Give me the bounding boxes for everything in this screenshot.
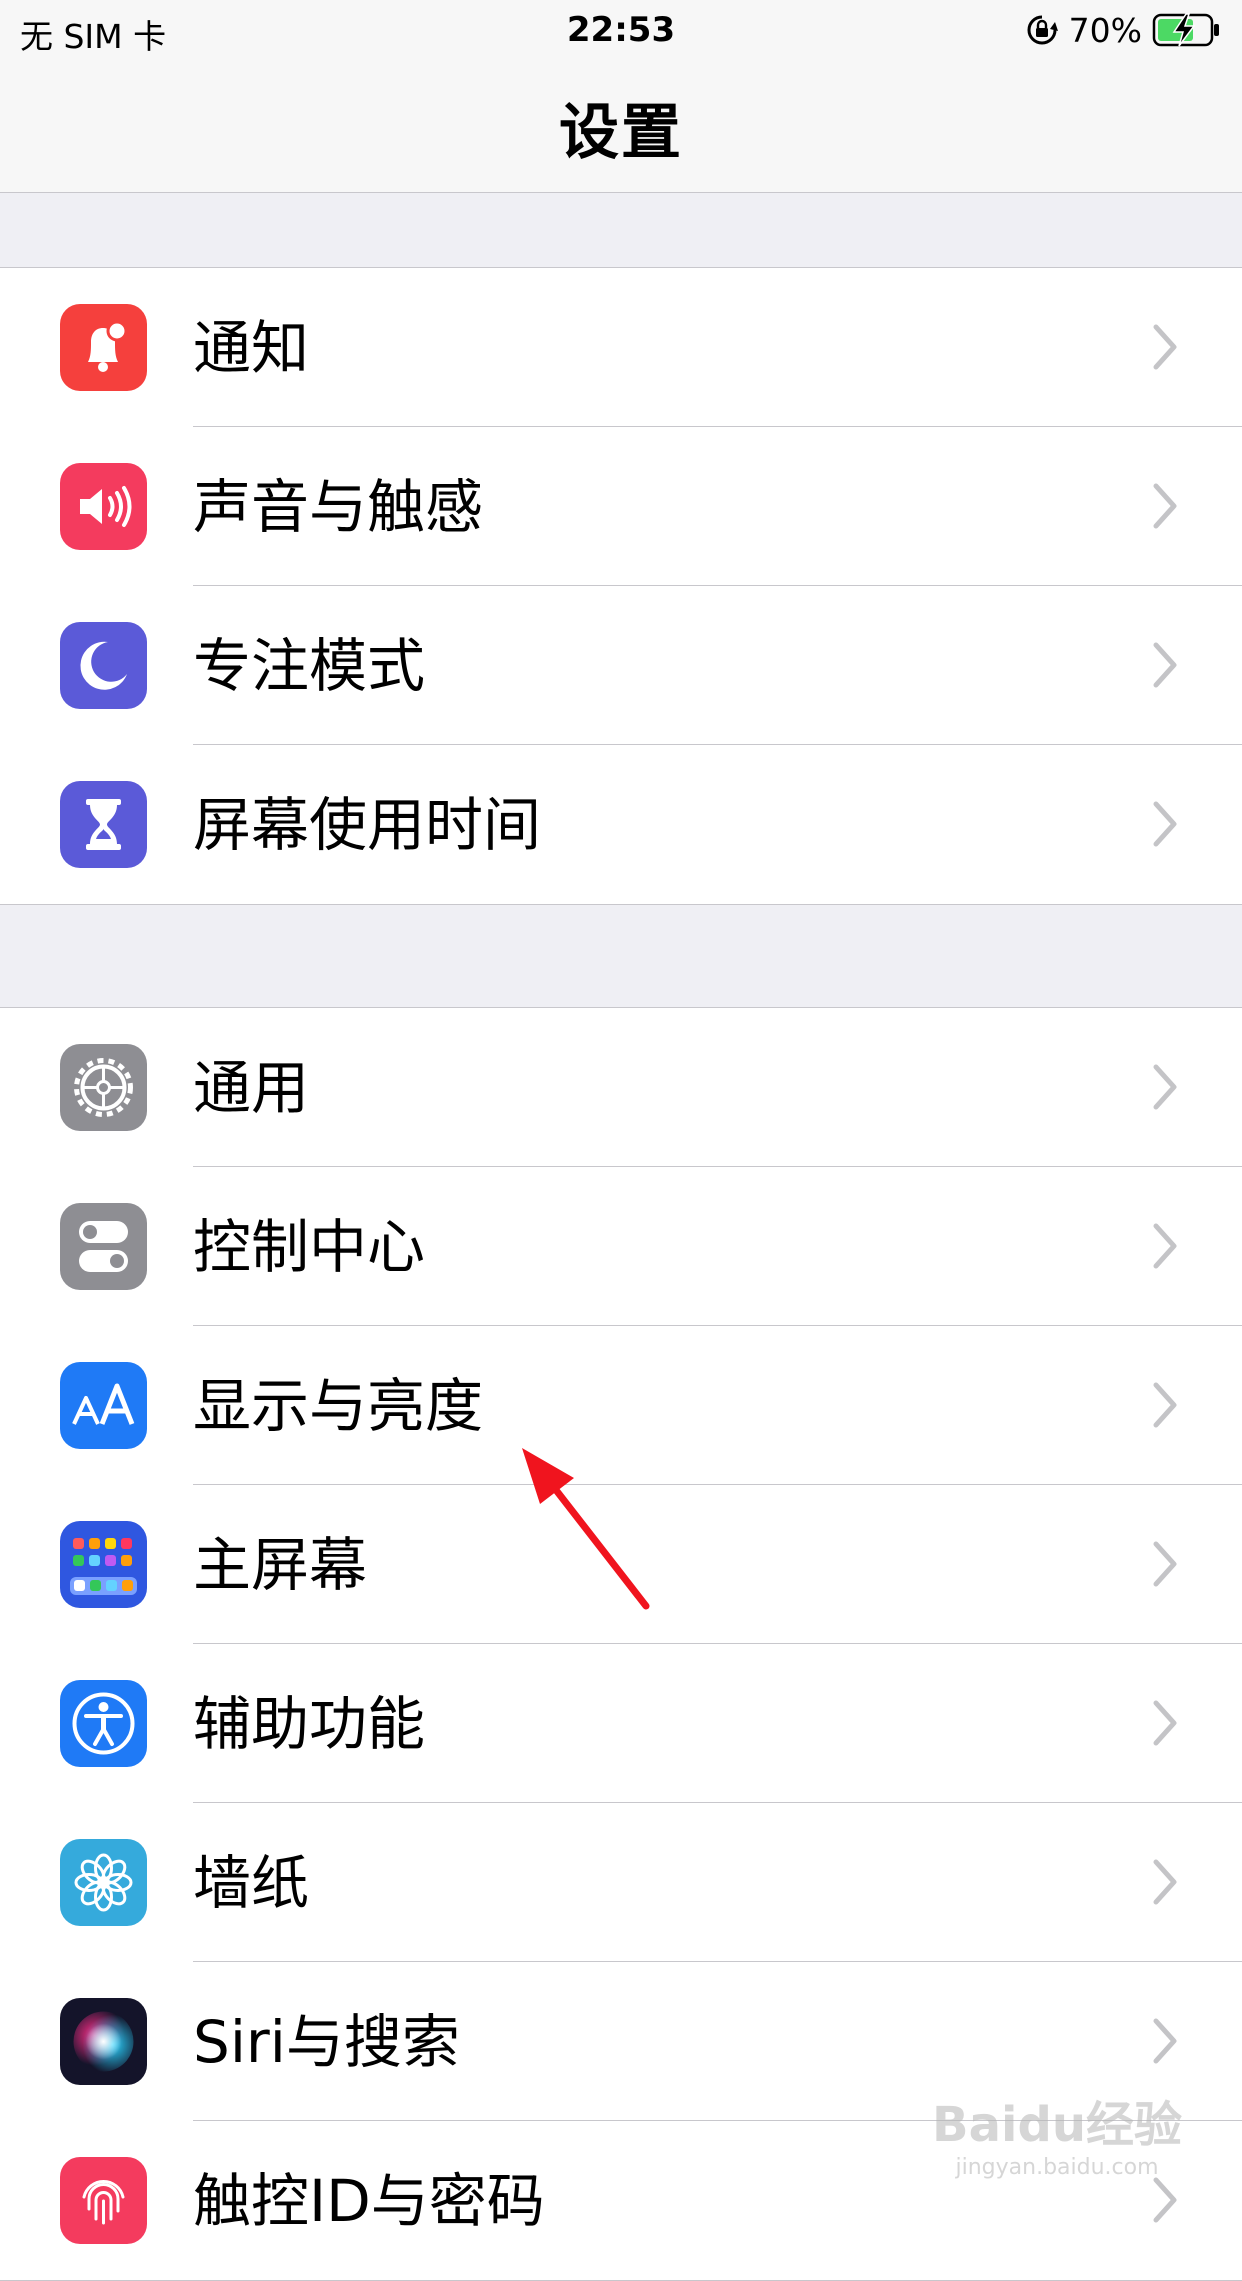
settings-row-label: 显示与亮度 — [193, 1372, 484, 1440]
battery-charging-icon — [1152, 13, 1219, 47]
status-right: 70% — [1025, 8, 1222, 52]
page-title: 设置 — [559, 98, 683, 168]
accessibility-icon — [60, 1680, 147, 1767]
chevron-right-icon — [1153, 324, 1177, 370]
settings-row-wallpaper[interactable]: 墙纸 — [0, 1803, 1242, 1962]
chevron-right-icon — [1153, 1859, 1177, 1905]
settings-row-sounds[interactable]: 声音与触感 — [0, 427, 1242, 586]
watermark-url: jingyan.baidu.com — [955, 2155, 1159, 2180]
display-brightness-icon — [60, 1362, 147, 1449]
chevron-right-icon — [1153, 2177, 1177, 2223]
settings-row-label: 专注模式 — [193, 632, 426, 700]
chevron-right-icon — [1153, 1064, 1177, 1110]
settings-row-label: 主屏幕 — [193, 1531, 368, 1599]
settings-row-label: 通用 — [193, 1054, 310, 1122]
watermark: Baidu经验 jingyan.baidu.com — [932, 2085, 1182, 2180]
wallpaper-icon — [60, 1839, 147, 1926]
sounds-icon — [60, 463, 147, 550]
status-bar: 无 SIM 卡 22:53 70% — [0, 0, 1242, 62]
watermark-logo: Baidu经验 — [932, 2097, 1182, 2153]
gear-icon — [60, 1044, 147, 1131]
navigation-bar: 设置 — [0, 62, 1242, 193]
settings-row-general[interactable]: 通用 — [0, 1008, 1242, 1167]
focus-moon-icon — [60, 622, 147, 709]
settings-group-1: 通知 声音与触感 专注模式 屏幕使用时间 — [0, 267, 1242, 905]
settings-row-focus[interactable]: 专注模式 — [0, 586, 1242, 745]
settings-row-label: 屏幕使用时间 — [193, 791, 542, 859]
settings-row-label: Siri与搜索 — [193, 2008, 460, 2076]
chevron-right-icon — [1153, 642, 1177, 688]
settings-row-label: 控制中心 — [193, 1213, 426, 1281]
touch-id-icon — [60, 2157, 147, 2244]
settings-row-accessibility[interactable]: 辅助功能 — [0, 1644, 1242, 1803]
chevron-right-icon — [1153, 1700, 1177, 1746]
chevron-right-icon — [1153, 483, 1177, 529]
settings-row-screen-time[interactable]: 屏幕使用时间 — [0, 745, 1242, 904]
settings-row-label: 声音与触感 — [193, 473, 484, 541]
home-screen-icon — [60, 1521, 147, 1608]
settings-row-label: 辅助功能 — [193, 1690, 426, 1758]
settings-row-notifications[interactable]: 通知 — [0, 268, 1242, 427]
settings-row-control-center[interactable]: 控制中心 — [0, 1167, 1242, 1326]
control-center-icon — [60, 1203, 147, 1290]
red-arrow-icon — [522, 1448, 650, 1610]
chevron-right-icon — [1153, 2018, 1177, 2064]
settings-row-label: 墙纸 — [193, 1849, 310, 1917]
chevron-right-icon — [1153, 1382, 1177, 1428]
orientation-lock-icon — [1027, 15, 1058, 45]
settings-row-label: 通知 — [193, 314, 310, 382]
settings-row-label: 触控ID与密码 — [193, 2167, 545, 2235]
screen-time-icon — [60, 781, 147, 868]
chevron-right-icon — [1153, 801, 1177, 847]
notifications-icon — [60, 304, 147, 391]
chevron-right-icon — [1153, 1541, 1177, 1587]
battery-percent: 70% — [1068, 10, 1142, 50]
chevron-right-icon — [1153, 1223, 1177, 1269]
siri-icon — [60, 1998, 147, 2085]
